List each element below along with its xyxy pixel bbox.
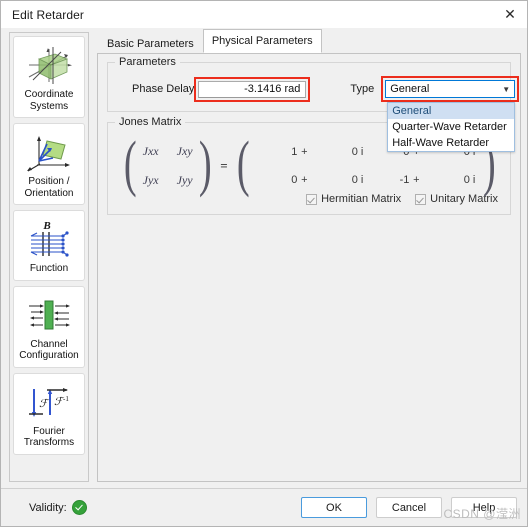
jxx-imag: 0 i <box>351 146 364 158</box>
parameters-group-title: Parameters <box>115 56 180 68</box>
svg-text:-1: -1 <box>63 395 69 403</box>
sidebar-item-label: Function <box>29 263 69 274</box>
type-combobox-dropdown: General Quarter-Wave Retarder Half-Wave … <box>387 102 516 152</box>
equals-sign: = <box>220 158 228 173</box>
physical-parameters-panel: Parameters Phase Delay -3.1416 rad Type … <box>97 53 521 482</box>
dialog-body: Coordinate Systems Position / Orientatio… <box>1 28 527 488</box>
jyx-imag: 0 i <box>351 174 364 186</box>
type-combobox-wrapper: General ▼ General Quarter-Wave Retarder … <box>385 80 516 152</box>
edit-retarder-dialog: Edit Retarder ✕ Coordinate Systems Posit… <box>0 0 528 527</box>
fourier-transforms-icon: ℱ ℱ -1 <box>16 380 82 424</box>
jxx-operator: + <box>301 146 308 158</box>
sidebar: Coordinate Systems Position / Orientatio… <box>9 32 89 482</box>
svg-text:B: B <box>42 220 50 232</box>
jxx-real: 1 <box>291 146 298 158</box>
matrix-property-checkboxes: Hermitian Matrix Unitary Matrix <box>118 191 500 205</box>
jyy-operator: + <box>413 174 420 186</box>
tab-physical-parameters[interactable]: Physical Parameters <box>202 29 322 53</box>
jones-label-yy: Jyy <box>176 173 193 187</box>
phase-delay-label: Phase Delay <box>132 83 195 95</box>
help-button[interactable]: Help <box>451 497 517 518</box>
phase-delay-row: Phase Delay -3.1416 rad Type General ▼ G… <box>118 76 520 152</box>
title-bar: Edit Retarder ✕ <box>1 1 527 28</box>
chevron-down-icon: ▼ <box>502 84 511 94</box>
sidebar-item-fourier-transforms[interactable]: ℱ ℱ -1 Fourier Transforms <box>13 372 85 455</box>
dialog-footer: Validity: OK Cancel Help CSDN @滢洲 <box>1 488 527 526</box>
jones-matrix-values: 1 + 0 i 0 + 0 i 0 + 0 i -1 + 0 i <box>253 146 479 186</box>
checkbox-icon <box>415 193 427 205</box>
sidebar-item-label: Fourier Transforms <box>23 425 75 449</box>
phase-delay-input[interactable]: -3.1416 rad <box>198 80 307 98</box>
parameters-group: Parameters Phase Delay -3.1416 rad Type … <box>107 56 520 152</box>
jones-label-yx: Jyx <box>142 173 159 187</box>
type-option-quarter-wave-retarder[interactable]: Quarter-Wave Retarder <box>388 119 514 135</box>
type-combobox-value: General <box>390 83 430 95</box>
jyx-real: 0 <box>291 174 298 186</box>
right-pane: Basic Parameters Physical Parameters Par… <box>89 29 521 488</box>
sidebar-item-label: Position / Orientation <box>24 176 74 199</box>
validity-check-icon <box>71 500 87 515</box>
jones-matrix-group-title: Jones Matrix <box>115 116 186 128</box>
type-option-general[interactable]: General <box>388 103 515 119</box>
jones-label-xx: Jxx <box>142 144 159 158</box>
hermitian-matrix-label: Hermitian Matrix <box>321 193 402 205</box>
validity-indicator: Validity: <box>29 500 87 515</box>
validity-label: Validity: <box>29 501 67 514</box>
jones-label-xy: Jxy <box>176 144 193 158</box>
hermitian-matrix-checkbox[interactable]: Hermitian Matrix <box>306 193 401 205</box>
sidebar-item-function[interactable]: B Function <box>13 210 85 281</box>
type-combobox[interactable]: General ▼ <box>385 80 516 98</box>
tab-strip: Basic Parameters Physical Parameters <box>97 29 521 54</box>
svg-text:ℱ: ℱ <box>39 398 50 410</box>
phase-delay-highlight: -3.1416 rad <box>194 76 311 102</box>
sidebar-item-label: Coordinate Systems <box>24 89 74 112</box>
type-combo-highlight: General ▼ General Quarter-Wave Retarder … <box>381 76 520 152</box>
sidebar-item-label: Channel Configuration <box>19 338 79 362</box>
ok-button[interactable]: OK <box>301 497 367 518</box>
jones-matrix-symbols: Jxx Jxy Jyx Jyy <box>141 144 195 188</box>
checkbox-icon <box>306 193 318 205</box>
sidebar-item-channel-configuration[interactable]: Channel Configuration <box>13 285 85 368</box>
sidebar-item-coordinate-systems[interactable]: Coordinate Systems <box>13 36 85 118</box>
coordinate-systems-icon <box>16 43 82 87</box>
type-label: Type <box>350 83 375 95</box>
jyy-real: -1 <box>399 174 410 186</box>
jyx-operator: + <box>301 174 308 186</box>
cancel-button[interactable]: Cancel <box>376 497 442 518</box>
jyy-imag: 0 i <box>463 174 476 186</box>
type-option-half-wave-retarder[interactable]: Half-Wave Retarder <box>388 135 514 151</box>
position-orientation-icon <box>16 130 82 174</box>
channel-configuration-icon <box>16 293 82 337</box>
window-title: Edit Retarder <box>12 7 84 22</box>
close-icon[interactable]: ✕ <box>493 2 527 28</box>
tab-basic-parameters[interactable]: Basic Parameters <box>98 33 203 54</box>
sidebar-item-position-orientation[interactable]: Position / Orientation <box>13 123 85 205</box>
function-icon: B <box>16 217 82 261</box>
